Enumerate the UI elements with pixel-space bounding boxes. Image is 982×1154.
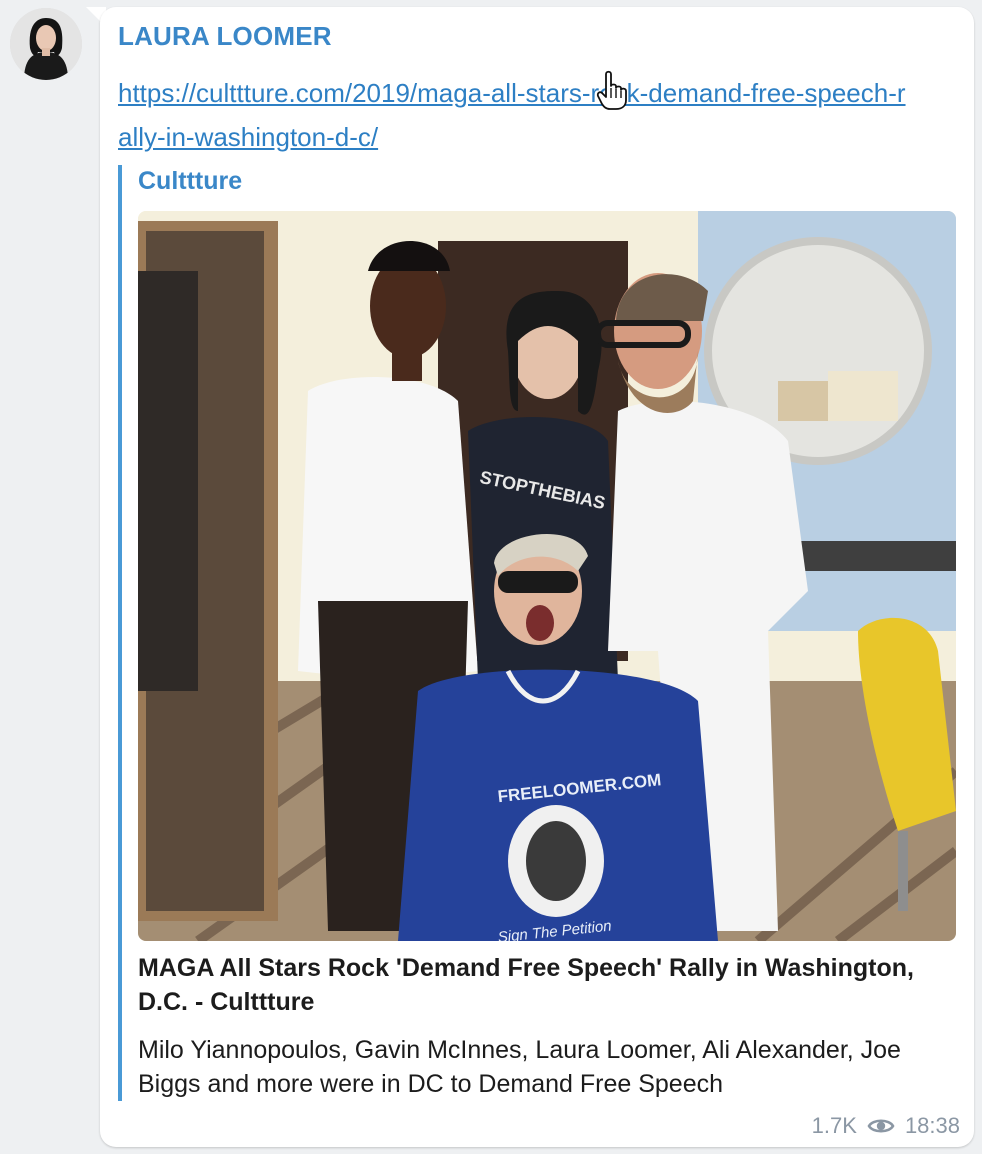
eye-icon xyxy=(867,1116,895,1136)
hand-pointer-icon xyxy=(596,70,630,110)
message-time: 18:38 xyxy=(904,1113,960,1138)
message-link[interactable]: https://culttture.com/2019/maga-all-star… xyxy=(118,71,918,159)
preview-image[interactable]: STOPTHEBIAS FREELOOMER.COM Sign The Peti… xyxy=(138,211,956,941)
preview-site-name[interactable]: Culttture xyxy=(138,167,242,196)
link-preview: Culttture STOPTHEBIAS FREELOOMER.COM Sig… xyxy=(118,165,958,1101)
sender-name[interactable]: LAURA LOOMER xyxy=(118,21,332,52)
view-count: 1.7K xyxy=(811,1113,857,1138)
message-bubble: LAURA LOOMER https://culttture.com/2019/… xyxy=(100,7,974,1147)
preview-description: Milo Yiannopoulos, Gavin McInnes, Laura … xyxy=(138,1036,901,1098)
avatar[interactable] xyxy=(10,8,82,80)
preview-title[interactable]: MAGA All Stars Rock 'Demand Free Speech'… xyxy=(138,951,954,1019)
message-meta: 1.7K 18:38 xyxy=(812,1113,960,1139)
